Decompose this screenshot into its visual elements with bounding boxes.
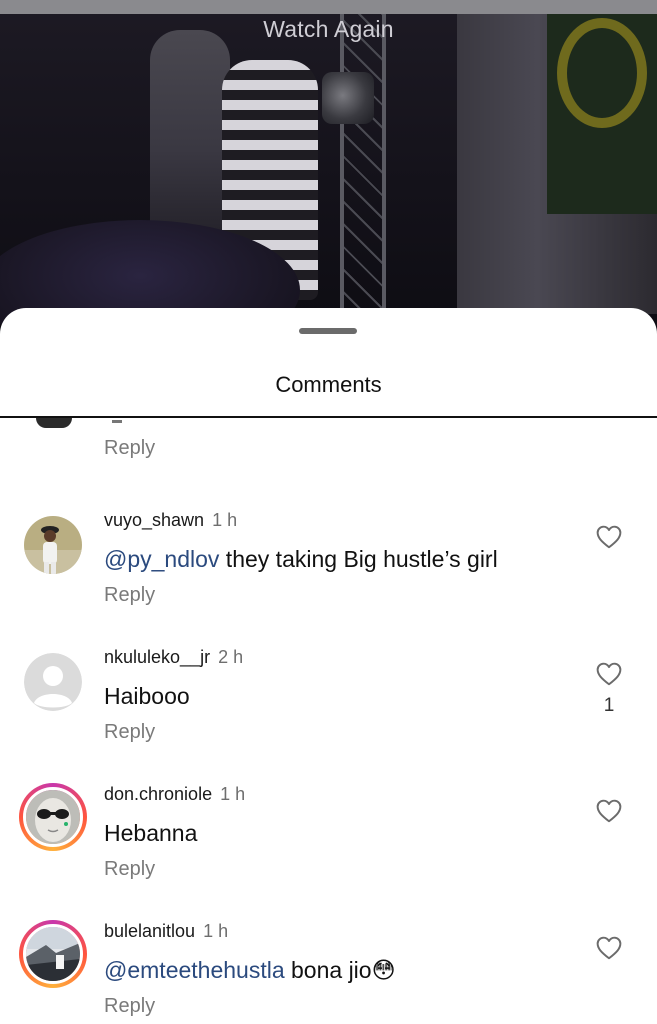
heart-outline-icon[interactable] xyxy=(596,936,622,960)
video-player[interactable]: Watch Again xyxy=(0,0,657,340)
comment-item: don.chroniole 1 h Hebanna Reply xyxy=(0,764,657,901)
comment-username[interactable]: bulelanitlou 1 h xyxy=(104,921,228,942)
heart-outline-icon[interactable] xyxy=(596,799,622,823)
performer-left xyxy=(150,30,230,230)
partial-text xyxy=(112,420,122,423)
comment-time: 1 h xyxy=(220,784,246,804)
comment-body: Haibooo xyxy=(104,683,190,709)
comments-sheet: Comments Reply vuyo_shawn 1 h @py_ndlov … xyxy=(0,308,657,1024)
comment-body: bona jio😳 xyxy=(284,957,396,983)
default-avatar-icon[interactable] xyxy=(24,653,82,711)
comment-text: @py_ndlov they taking Big hustle’s girl xyxy=(104,546,498,573)
avatar[interactable] xyxy=(36,418,72,428)
comment-text: @emteethehustla bona jio😳 xyxy=(104,957,396,984)
user-photo xyxy=(26,790,80,844)
mention-link[interactable]: @emteethehustla xyxy=(104,957,285,983)
comments-list[interactable]: Reply vuyo_shawn 1 h @py_ndlov they takin… xyxy=(0,418,657,1024)
reply-button[interactable]: Reply xyxy=(104,721,155,744)
comment-time: 2 h xyxy=(218,647,244,667)
comment-time: 1 h xyxy=(212,510,238,530)
stage-truss xyxy=(340,14,386,314)
reply-button[interactable]: Reply xyxy=(104,995,155,1018)
comment-body: they taking Big hustle’s girl xyxy=(219,546,498,572)
comment-body: Hebanna xyxy=(104,820,198,846)
user-photo xyxy=(24,516,82,574)
username-text[interactable]: don.chroniole xyxy=(104,784,212,804)
like-count[interactable]: 1 xyxy=(596,695,622,717)
status-bar-strip xyxy=(0,0,657,14)
comment-text: Hebanna xyxy=(104,820,197,847)
reply-button[interactable]: Reply xyxy=(104,437,155,460)
avatar[interactable] xyxy=(19,783,87,851)
comment-username[interactable]: nkululeko__jr 2 h xyxy=(104,647,243,668)
comment-time: 1 h xyxy=(203,921,229,941)
stage-light xyxy=(322,72,374,124)
comment-item: vuyo_shawn 1 h @py_ndlov they taking Big … xyxy=(0,490,657,627)
username-text[interactable]: nkululeko__jr xyxy=(104,647,210,667)
reply-button[interactable]: Reply xyxy=(104,858,155,881)
mention-link[interactable]: @py_ndlov xyxy=(104,546,219,572)
avatar[interactable] xyxy=(19,920,87,988)
reply-button[interactable]: Reply xyxy=(104,584,155,607)
avatar[interactable] xyxy=(24,516,82,574)
comment-username[interactable]: vuyo_shawn 1 h xyxy=(104,510,237,531)
comment-text: Haibooo xyxy=(104,683,190,710)
watch-again-button[interactable]: Watch Again xyxy=(0,16,657,43)
username-text[interactable]: bulelanitlou xyxy=(104,921,195,941)
heart-outline-icon[interactable] xyxy=(596,662,622,686)
user-photo xyxy=(26,927,80,981)
comment-item: nkululeko__jr 2 h Haibooo Reply 1 xyxy=(0,627,657,764)
sheet-drag-handle[interactable] xyxy=(299,328,357,334)
sheet-title: Comments xyxy=(275,372,382,397)
heart-outline-icon[interactable] xyxy=(596,525,622,549)
username-text[interactable]: vuyo_shawn xyxy=(104,510,204,530)
stage-sign xyxy=(547,14,657,214)
comment-item: bulelanitlou 1 h @emteethehustla bona jio… xyxy=(0,901,657,1024)
comment-username[interactable]: don.chroniole 1 h xyxy=(104,784,245,805)
